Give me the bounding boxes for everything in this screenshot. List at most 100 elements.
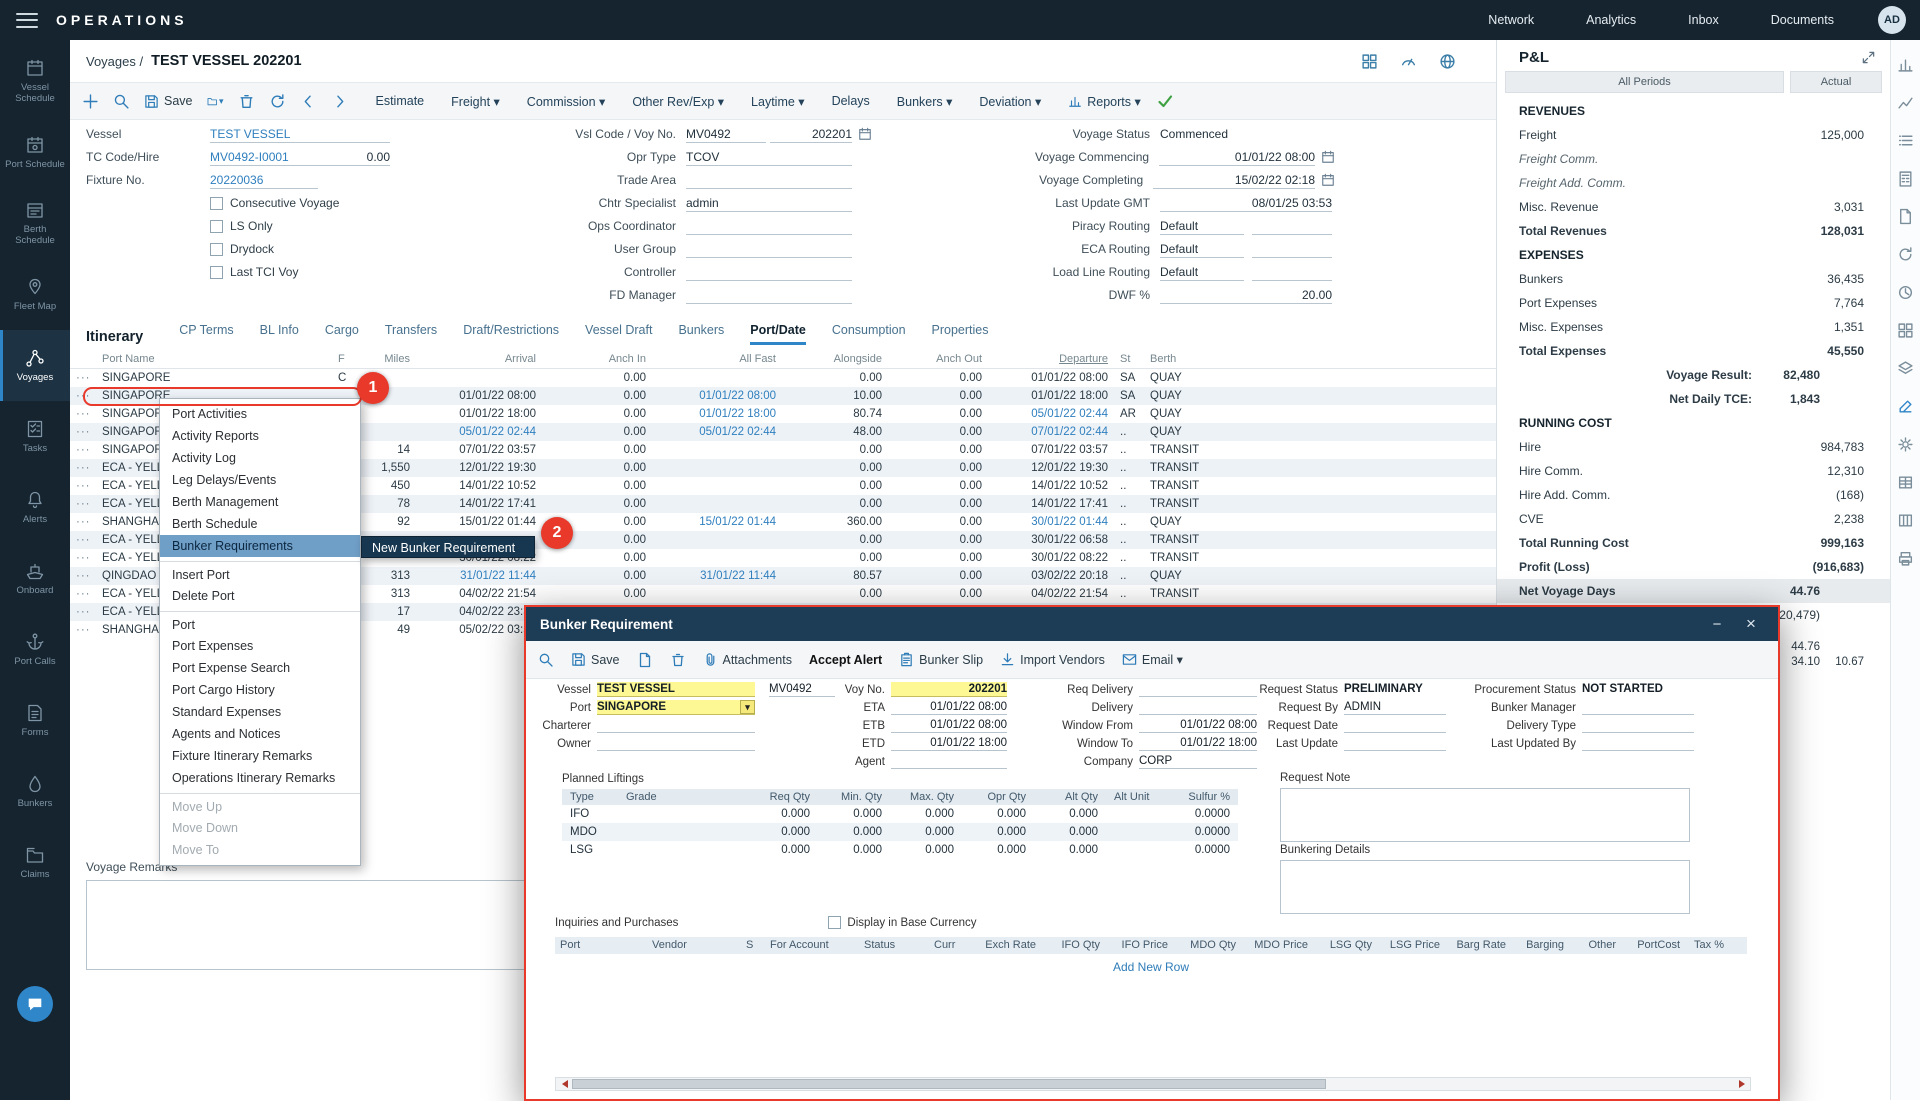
cell-arrival[interactable]: 15/01/22 01:44 [416, 513, 542, 531]
cell-departure[interactable]: 14/01/22 17:41 [988, 495, 1114, 513]
chevron-left-icon[interactable] [300, 93, 317, 110]
base-currency-checkbox-row[interactable]: Display in Base Currency [828, 916, 976, 929]
itinerary-tab[interactable]: Transfers [385, 323, 437, 345]
list-icon[interactable] [1897, 132, 1914, 149]
cell-sulfur[interactable]: 0.0000 [1162, 805, 1238, 823]
calendar-icon[interactable] [1321, 150, 1335, 164]
row-actions-icon[interactable] [70, 441, 96, 459]
cell-st[interactable]: .. [1114, 441, 1144, 459]
cell-berth[interactable]: TRANSIT [1144, 441, 1234, 459]
cell-alongside[interactable]: 80.74 [782, 405, 888, 423]
sidebar-item-port-calls[interactable]: Port Calls [0, 614, 70, 685]
row-actions-icon[interactable] [70, 405, 96, 423]
menu-item[interactable]: Port Expenses [160, 635, 360, 657]
voyage-checkbox-row[interactable]: Last TCI Voy [210, 263, 390, 281]
sidebar-item-onboard[interactable]: Onboard [0, 543, 70, 614]
cell-type[interactable]: LSG [562, 841, 618, 859]
cell-min-qty[interactable]: 0.000 [818, 823, 890, 841]
owner-field[interactable] [597, 736, 755, 751]
ops-coordinator-field[interactable] [686, 218, 852, 235]
layers-icon[interactable] [1897, 360, 1914, 377]
menu-item[interactable]: Port Cargo History [160, 679, 360, 701]
cell-arrival[interactable]: 01/01/22 08:00 [416, 387, 542, 405]
cell-port-name[interactable]: SINGAPORE [96, 369, 332, 387]
voy-no-field[interactable]: 202201 [891, 682, 1007, 697]
company-field[interactable]: CORP [1139, 754, 1257, 769]
cell-req-qty[interactable]: 0.000 [746, 805, 818, 823]
cell-miles[interactable]: 313 [354, 585, 416, 603]
sidebar-item-bunkers[interactable]: Bunkers [0, 756, 70, 827]
accept-alert-button[interactable]: Accept Alert [809, 653, 882, 667]
top-nav-item[interactable]: Documents [1771, 13, 1834, 27]
top-nav-item[interactable]: Inbox [1688, 13, 1719, 27]
refresh-icon[interactable] [1897, 246, 1914, 263]
opr-type-field[interactable]: TCOV [686, 149, 852, 166]
cell-st[interactable]: .. [1114, 531, 1144, 549]
cell-miles[interactable]: 49 [354, 621, 416, 639]
port-field[interactable]: SINGAPORE [597, 700, 755, 715]
piracy-routing-field[interactable]: Default [1160, 218, 1244, 235]
column-header[interactable]: Alongside [782, 349, 888, 368]
cell-berth[interactable]: TRANSIT [1144, 549, 1234, 567]
cell-anch-in[interactable]: 0.00 [542, 495, 652, 513]
grid-icon[interactable] [1361, 53, 1378, 70]
cell-anch-out[interactable]: 0.00 [888, 513, 988, 531]
voyage-completing-field[interactable]: 15/02/22 02:18 [1153, 172, 1315, 189]
cell-miles[interactable]: 313 [354, 567, 416, 585]
toolbar-menu-item[interactable]: Laytime ▾ [751, 94, 805, 109]
checkbox[interactable] [210, 266, 223, 279]
cell-min-qty[interactable]: 0.000 [818, 841, 890, 859]
printer-icon[interactable] [1897, 550, 1914, 567]
cell-alt-qty[interactable]: 0.000 [1034, 841, 1106, 859]
sidebar-item-alerts[interactable]: Alerts [0, 472, 70, 543]
cell-anch-in[interactable]: 0.00 [542, 549, 652, 567]
sidebar-item-claims[interactable]: Claims [0, 827, 70, 898]
toolbar-menu-item[interactable]: Deviation ▾ [979, 94, 1041, 109]
request-note-textarea[interactable] [1280, 788, 1690, 842]
itinerary-row[interactable]: SINGAPORE C 0.00 0.00 0.00 01/01/22 08:0… [70, 369, 1496, 387]
cell-st[interactable]: .. [1114, 423, 1144, 441]
hamburger-menu-icon[interactable] [16, 13, 38, 28]
menu-item[interactable]: Agents and Notices [160, 723, 360, 745]
fd-manager-field[interactable] [686, 287, 852, 304]
cell-st[interactable]: .. [1114, 585, 1144, 603]
minimize-icon[interactable] [1704, 614, 1730, 634]
cell-all-fast[interactable] [652, 495, 782, 513]
cell-miles[interactable] [354, 423, 416, 441]
delete-icon[interactable] [670, 652, 686, 668]
cell-all-fast[interactable] [652, 459, 782, 477]
cell-st[interactable]: .. [1114, 549, 1144, 567]
submenu-item-new-bunker-requirement[interactable]: New Bunker Requirement [361, 536, 535, 558]
itinerary-tab[interactable]: Bunkers [678, 323, 724, 345]
vessel-code-field[interactable]: MV0492 [769, 682, 835, 697]
row-actions-icon[interactable] [70, 585, 96, 603]
vessel-field[interactable]: TEST VESSEL [597, 682, 755, 697]
cell-anch-out[interactable]: 0.00 [888, 459, 988, 477]
itinerary-tab[interactable]: CP Terms [179, 323, 233, 345]
checkbox[interactable] [210, 220, 223, 233]
cell-anch-in[interactable]: 0.00 [542, 423, 652, 441]
scrollbar-thumb[interactable] [572, 1079, 1326, 1089]
cell-alongside[interactable]: 0.00 [782, 477, 888, 495]
sidebar-item-voyages[interactable]: Voyages [0, 330, 70, 401]
last-updated-by-field[interactable] [1582, 736, 1694, 751]
cell-alongside[interactable]: 0.00 [782, 459, 888, 477]
calculator-icon[interactable] [1897, 170, 1914, 187]
column-header[interactable] [70, 349, 96, 368]
etd-field[interactable]: 01/01/22 18:00 [891, 736, 1007, 751]
row-actions-icon[interactable] [70, 423, 96, 441]
voyage-checkbox-row[interactable]: Drydock [210, 240, 390, 258]
chevron-right-icon[interactable] [331, 93, 348, 110]
pnl-tab-actual[interactable]: Actual [1790, 71, 1882, 93]
checkbox[interactable] [210, 243, 223, 256]
column-header[interactable]: Arrival [416, 349, 542, 368]
menu-item[interactable]: Port Expense Search [160, 657, 360, 679]
trade-area-field[interactable] [686, 172, 852, 189]
toolbar-menu-item[interactable]: Delays [832, 94, 870, 109]
cell-alongside[interactable]: 360.00 [782, 513, 888, 531]
menu-item[interactable]: Port Activities [160, 403, 360, 425]
cell-arrival[interactable] [416, 369, 542, 387]
cell-anch-out[interactable]: 0.00 [888, 549, 988, 567]
itinerary-tab[interactable]: Cargo [325, 323, 359, 345]
cell-departure[interactable]: 07/01/22 03:57 [988, 441, 1114, 459]
